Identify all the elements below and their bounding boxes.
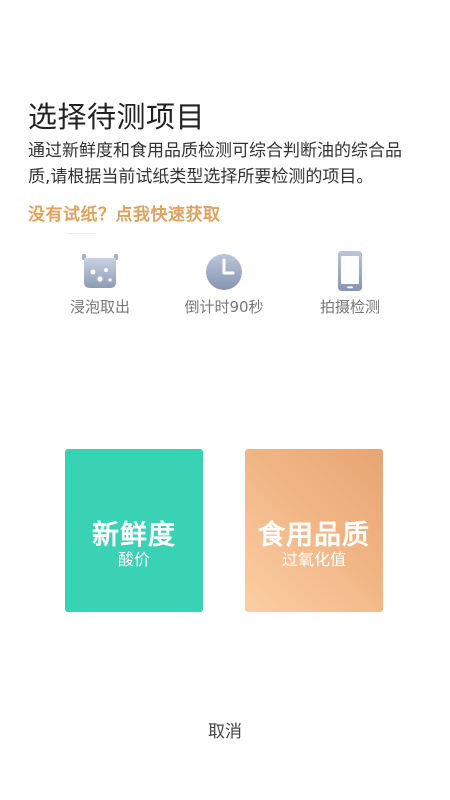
step-label: 倒计时90秒	[184, 298, 264, 316]
step-countdown: 倒计时90秒	[164, 250, 284, 317]
divider	[66, 233, 96, 234]
clock-icon	[206, 254, 242, 290]
card-subtitle: 过氧化值	[281, 550, 346, 569]
get-test-strips-link[interactable]: 没有试纸？点我快速获取	[28, 200, 221, 225]
freshness-card[interactable]: 新鲜度 酸价	[65, 449, 203, 612]
page-title: 选择待测项目	[28, 100, 206, 134]
phone-icon	[338, 251, 362, 291]
step-capture: 拍摄检测	[290, 250, 410, 317]
select-test-page: 选择待测项目 通过新鲜度和食用品质检测可综合判断油的综合品质,请根据当前试纸类型…	[0, 0, 450, 800]
step-label: 拍摄检测	[319, 298, 380, 316]
page-description: 通过新鲜度和食用品质检测可综合判断油的综合品质,请根据当前试纸类型选择所要检测的…	[28, 141, 402, 187]
step-soak: 浸泡取出	[40, 250, 160, 317]
card-subtitle: 酸价	[117, 550, 150, 569]
test-steps: 浸泡取出 倒计时90秒 拍摄检测	[0, 250, 450, 320]
beaker-icon	[82, 254, 118, 288]
cancel-button[interactable]: 取消	[0, 717, 450, 742]
step-label: 浸泡取出	[69, 298, 130, 316]
edible-quality-card[interactable]: 食用品质 过氧化值	[245, 449, 383, 612]
